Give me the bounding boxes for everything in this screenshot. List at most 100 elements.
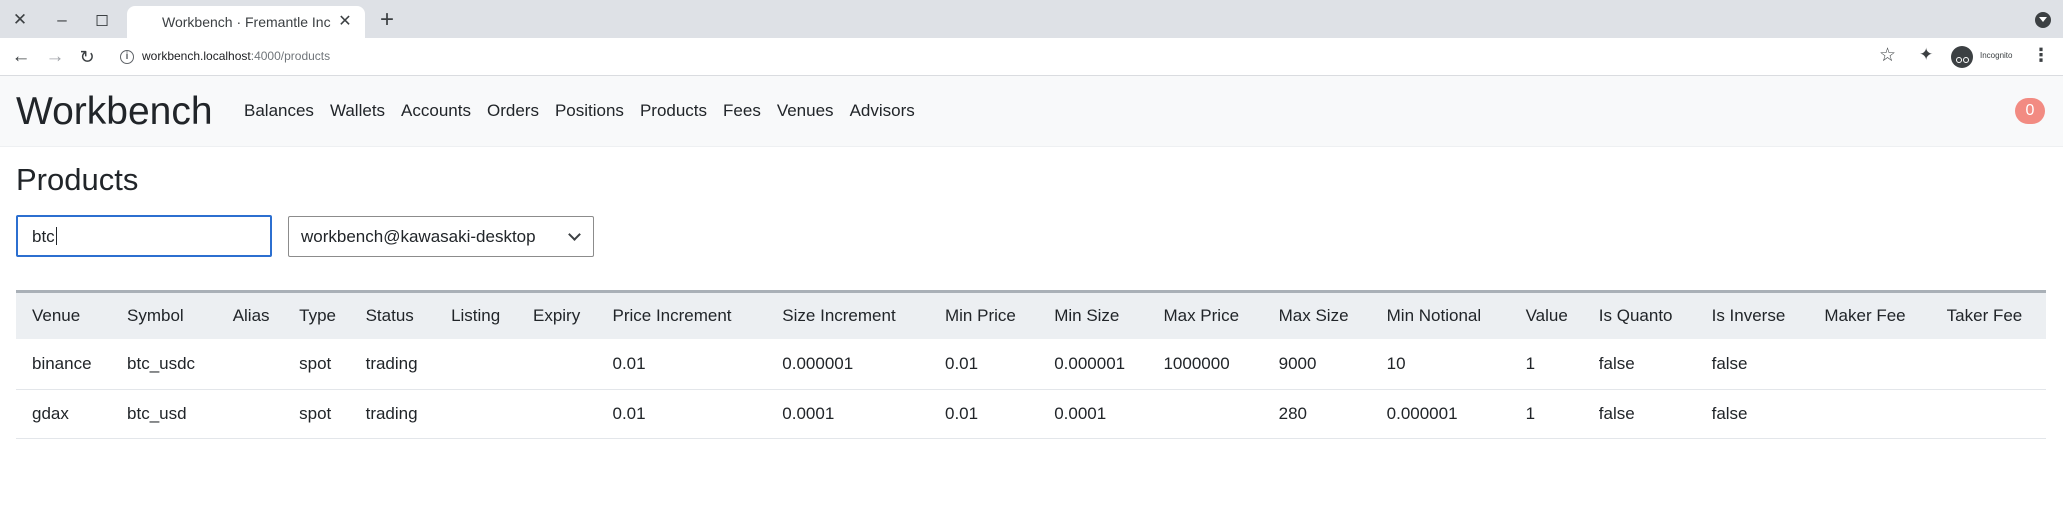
- table-cell: 0.01: [596, 338, 767, 390]
- table-cell: spot: [283, 338, 350, 390]
- table-cell: 0.01: [596, 389, 767, 439]
- node-select[interactable]: workbench@kawasaki-desktop: [288, 216, 594, 257]
- search-input[interactable]: btc: [16, 215, 272, 257]
- nav-link-accounts[interactable]: Accounts: [401, 100, 471, 122]
- table-header-row: Venue Symbol Alias Type Status Listing Expiry P…: [16, 291, 2046, 339]
- table-cell: 10: [1370, 338, 1510, 390]
- nav-link-advisors[interactable]: Advisors: [850, 100, 915, 122]
- search-input-value: btc: [32, 227, 57, 246]
- column-header[interactable]: Is Quanto: [1583, 292, 1696, 339]
- table-cell: 280: [1262, 389, 1371, 439]
- column-header[interactable]: Min Price: [929, 292, 1038, 339]
- browser-tab-strip: ✕ – ◻ Workbench · Fremantle Inc ✕ +: [0, 0, 2063, 38]
- table-cell: [516, 389, 597, 439]
- app-navbar: Workbench Balances Wallets Accounts Orde…: [0, 76, 2063, 147]
- page-title: Products: [16, 162, 139, 197]
- table-cell: [1808, 338, 1931, 390]
- table-cell: btc_usdc: [111, 338, 217, 390]
- column-header[interactable]: Alias: [217, 292, 283, 339]
- table-row[interactable]: gdax btc_usd spot trading 0.01 0.0001 0.01 0.00…: [16, 389, 2046, 439]
- nav-link-fees[interactable]: Fees: [723, 100, 761, 122]
- column-header[interactable]: Size Increment: [766, 292, 929, 339]
- incognito-label: Incognito: [1980, 51, 2013, 60]
- column-header[interactable]: Symbol: [111, 292, 217, 339]
- table-cell: false: [1695, 389, 1809, 439]
- column-header[interactable]: Is Inverse: [1696, 292, 1809, 339]
- nav-link-venues[interactable]: Venues: [777, 100, 834, 122]
- nav-link-balances[interactable]: Balances: [244, 100, 314, 122]
- table-cell: trading: [349, 389, 436, 439]
- incognito-icon[interactable]: [1951, 46, 1973, 68]
- table-cell: [1930, 389, 2046, 439]
- tab-title: Workbench · Fremantle Inc: [162, 14, 331, 30]
- table-cell: [435, 389, 517, 439]
- browser-tab-active[interactable]: Workbench · Fremantle Inc ✕: [127, 6, 365, 38]
- column-header[interactable]: Maker Fee: [1808, 292, 1930, 339]
- table-cell: 0.0001: [1038, 389, 1148, 439]
- node-select-value: workbench@kawasaki-desktop: [301, 227, 536, 246]
- table-cell: [435, 338, 517, 390]
- table-cell: false: [1582, 389, 1696, 439]
- products-table: Venue Symbol Alias Type Status Listing Expiry P…: [16, 290, 2046, 439]
- table-cell: 1: [1509, 389, 1583, 439]
- column-header[interactable]: Status: [350, 292, 435, 339]
- table-cell: 9000: [1262, 338, 1371, 390]
- address-bar[interactable]: workbench.localhost:4000/products: [142, 49, 330, 63]
- column-header[interactable]: Min Notional: [1371, 292, 1510, 339]
- back-arrow-icon[interactable]: ←: [10, 46, 32, 68]
- column-header[interactable]: Taker Fee: [1931, 292, 2046, 339]
- nav-link-products[interactable]: Products: [640, 100, 707, 122]
- brand-logo[interactable]: Workbench: [16, 90, 213, 134]
- column-header[interactable]: Min Size: [1038, 292, 1147, 339]
- site-info-icon[interactable]: i: [120, 50, 134, 64]
- table-cell: binance: [16, 338, 112, 390]
- table-cell: [1147, 389, 1263, 439]
- column-header[interactable]: Type: [283, 292, 349, 339]
- column-header[interactable]: Expiry: [517, 292, 597, 339]
- nav-link-orders[interactable]: Orders: [487, 100, 539, 122]
- nav-links: Balances Wallets Accounts Orders Positio…: [244, 100, 931, 122]
- table-cell: spot: [283, 389, 350, 439]
- table-cell: 0.000001: [766, 338, 929, 390]
- url-path: :4000/products: [250, 49, 331, 63]
- tab-search-icon[interactable]: [2035, 12, 2051, 28]
- table-cell: 1: [1509, 338, 1583, 390]
- browser-menu-icon[interactable]: ⋮: [2032, 45, 2050, 66]
- url-host: workbench.localhost: [142, 49, 251, 63]
- column-header[interactable]: Venue: [16, 292, 111, 339]
- table-cell: gdax: [16, 389, 112, 439]
- nav-link-positions[interactable]: Positions: [555, 100, 624, 122]
- table-row[interactable]: binance btc_usdc spot trading 0.01 0.000001 0.…: [16, 338, 2046, 390]
- window-maximize-icon[interactable]: ◻: [88, 6, 116, 34]
- column-header[interactable]: Listing: [435, 292, 517, 339]
- nav-link-wallets[interactable]: Wallets: [330, 100, 385, 122]
- window-minimize-icon[interactable]: –: [48, 6, 76, 34]
- table-cell: false: [1582, 338, 1696, 390]
- table-cell: 0.000001: [1370, 389, 1510, 439]
- chevron-down-icon: [568, 228, 581, 241]
- column-header[interactable]: Max Price: [1147, 292, 1262, 339]
- forward-arrow-icon[interactable]: →: [44, 46, 66, 68]
- extensions-puzzle-icon[interactable]: ✦: [1919, 45, 1933, 65]
- table-cell: btc_usd: [111, 389, 217, 439]
- table-cell: trading: [349, 338, 436, 390]
- reload-icon[interactable]: ↻: [76, 46, 98, 68]
- window-close-icon[interactable]: ✕: [6, 6, 34, 34]
- table-cell: 0.000001: [1038, 338, 1148, 390]
- table-cell: [216, 389, 284, 439]
- notification-badge[interactable]: 0: [2015, 98, 2045, 124]
- browser-toolbar: ← → ↻ i workbench.localhost:4000/product…: [0, 38, 2063, 76]
- table-cell: 0.01: [928, 338, 1039, 390]
- new-tab-icon[interactable]: +: [375, 8, 399, 32]
- table-cell: false: [1695, 338, 1809, 390]
- tab-close-icon[interactable]: ✕: [335, 11, 355, 31]
- table-cell: 0.01: [928, 389, 1039, 439]
- bookmark-star-icon[interactable]: ☆: [1879, 44, 1896, 67]
- table-cell: [216, 338, 284, 390]
- table-cell: [516, 338, 597, 390]
- table-cell: 1000000: [1147, 338, 1263, 390]
- column-header[interactable]: Value: [1510, 292, 1583, 339]
- column-header[interactable]: Max Size: [1263, 292, 1371, 339]
- column-header[interactable]: Price Increment: [596, 292, 766, 339]
- table-cell: [1930, 338, 2046, 390]
